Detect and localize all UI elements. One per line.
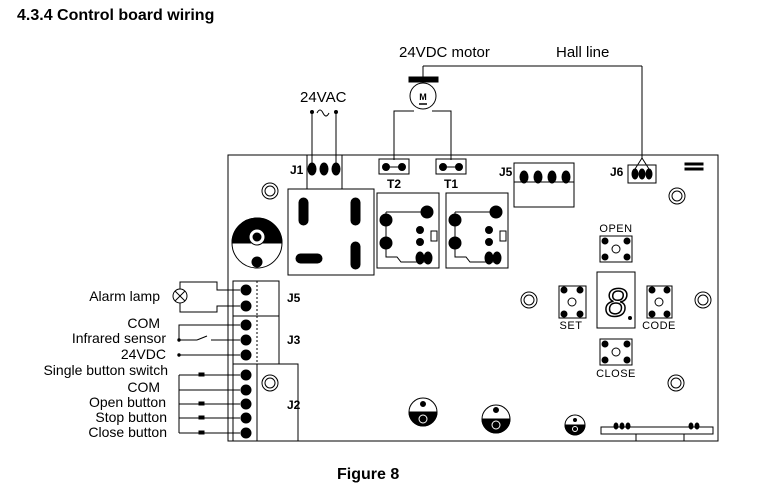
j2-label: J2 (287, 398, 301, 412)
switch-contact (196, 335, 208, 341)
j5-top-label: J5 (499, 165, 513, 179)
j3-label: J3 (287, 333, 301, 347)
single-button-switch-label: Single button switch (43, 362, 168, 378)
j6-label: J6 (610, 165, 624, 179)
bottom-component-1 (408, 397, 438, 427)
motor-symbol: M (419, 92, 427, 102)
power-label: 24VAC (300, 89, 347, 106)
stop-button-label: Stop button (95, 409, 167, 425)
24vdc-label: 24VDC (121, 346, 166, 362)
keypad-set-label: SET (560, 320, 583, 332)
bottom-component-3 (564, 414, 586, 436)
alarm-lamp-wiring (172, 281, 240, 313)
j5-top-connector (513, 162, 575, 208)
close-button-label: Close button (88, 424, 167, 440)
buzzer-component (231, 217, 283, 269)
motor (393, 65, 643, 160)
alarm-lamp-label: Alarm lamp (89, 288, 160, 304)
t2-terminal (378, 158, 410, 175)
control-board-outline (227, 154, 719, 442)
t1-terminal (435, 158, 467, 175)
relay-2 (445, 192, 509, 269)
infrared-sensor-label: Infrared sensor (72, 330, 166, 346)
keypad-code-button[interactable] (646, 285, 673, 319)
infrared-sensor-wiring (177, 324, 240, 357)
keypad-set-button[interactable] (558, 285, 587, 319)
t2-label: T2 (387, 177, 401, 191)
j5-side-terminal (232, 280, 280, 317)
mounting-holes (261, 182, 712, 392)
transformer-block (287, 188, 375, 276)
keypad-open-button[interactable] (599, 235, 633, 263)
wiring-diagram: 24VAC 24VDC motor M Hall line J1 T2 T1 J… (43, 44, 719, 442)
display-digit: 8 (605, 281, 628, 325)
relay-1 (376, 192, 440, 269)
keypad-open-label: OPEN (599, 223, 632, 235)
bottom-connector-strip (600, 422, 714, 441)
button-wiring (178, 372, 240, 435)
j6-connector (627, 157, 657, 184)
keypad-close-label: CLOSE (596, 368, 636, 380)
motor-label: 24VDC motor (399, 44, 490, 61)
j5-side-label: J5 (287, 291, 301, 305)
ac-wave-icon (316, 109, 330, 117)
power-input-24vac (310, 109, 338, 167)
j1-label: J1 (290, 163, 304, 177)
hall-line-label: Hall line (556, 44, 609, 61)
board-marking (684, 162, 704, 166)
board-marking (684, 167, 704, 171)
open-button-label: Open button (89, 394, 166, 410)
bottom-component-2 (481, 404, 511, 434)
t1-label: T1 (444, 177, 458, 191)
keypad-code-label: CODE (642, 320, 676, 332)
keypad-close-button[interactable] (599, 338, 633, 366)
com-label-1: COM (127, 315, 160, 331)
com-label-2: COM (127, 379, 160, 395)
